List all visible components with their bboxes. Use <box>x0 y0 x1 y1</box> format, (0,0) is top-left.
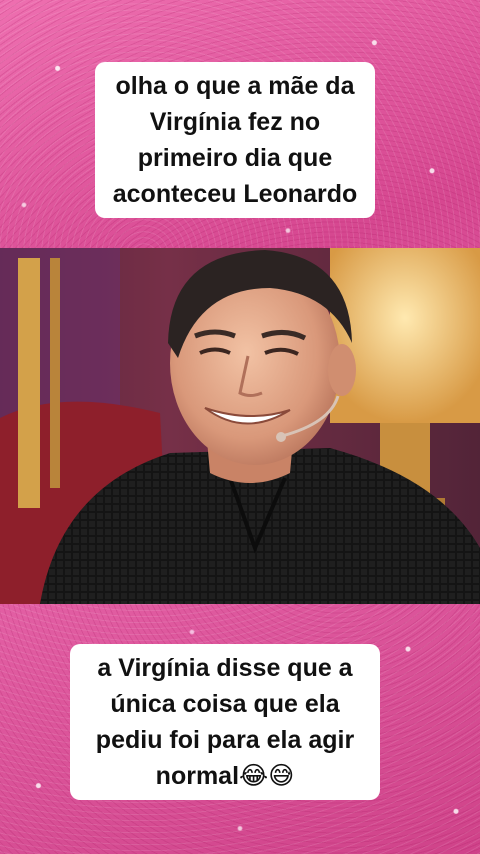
top-caption-line: primeiro dia que <box>137 144 333 172</box>
bottom-caption-last-line: normal😂😅 <box>82 758 368 794</box>
bottom-caption-line: única coisa que ela <box>110 690 340 718</box>
bottom-caption-last-text: normal <box>155 762 240 790</box>
video-scene-illustration <box>0 248 480 604</box>
top-caption-line: aconteceu Leonardo <box>112 180 358 208</box>
top-caption-line: Virgínia fez no <box>149 108 321 136</box>
tears-of-joy-emoji-icon: 😂 <box>239 761 269 790</box>
video-frame[interactable] <box>0 248 480 604</box>
sweat-smile-emoji-icon: 😅 <box>268 761 295 790</box>
bottom-caption-line: pediu foi para ela agir <box>95 726 355 754</box>
bottom-caption: a Virgínia disse que a única coisa que e… <box>70 644 380 800</box>
top-caption: olha o que a mãe da Virgínia fez no prim… <box>95 62 375 218</box>
bottom-caption-line: a Virgínia disse que a <box>97 654 353 682</box>
top-caption-line: olha o que a mãe da <box>115 72 355 100</box>
